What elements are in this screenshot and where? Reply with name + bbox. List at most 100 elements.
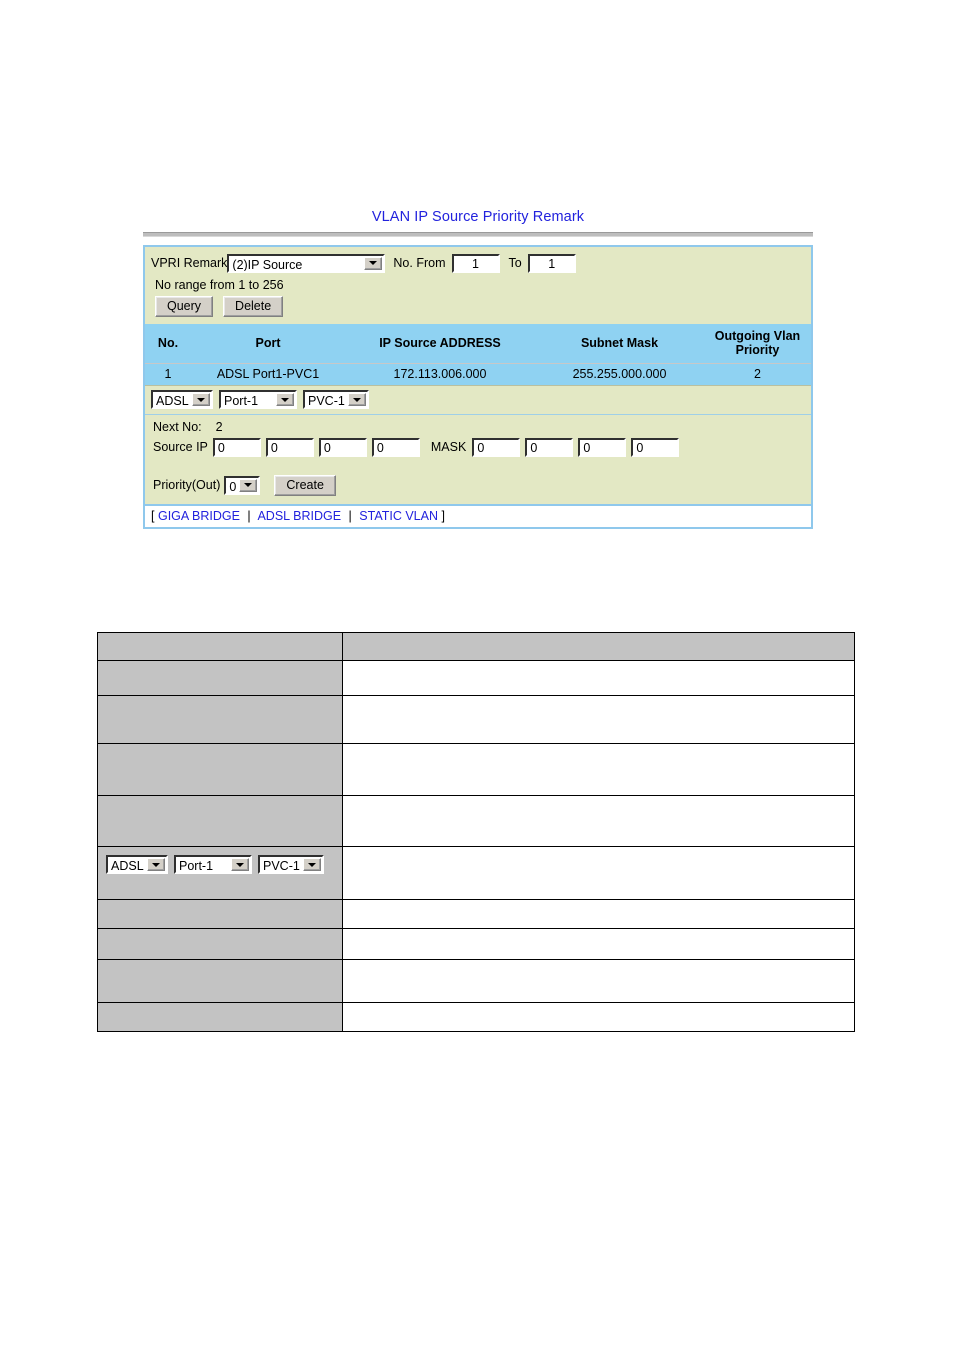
page-title: VLAN IP Source Priority Remark [371, 209, 585, 225]
description-value-text [343, 744, 854, 751]
link-giga-bridge[interactable]: GIGA BRIDGE [158, 509, 240, 523]
desc-port-pvc-select-value: PVC-1 [263, 859, 300, 872]
chevron-down-icon[interactable] [231, 858, 249, 871]
description-label-text [98, 960, 342, 967]
vlan-console-panel: VLAN IP Source Priority Remark VPRI Rema… [143, 205, 813, 529]
description-label-cell [97, 632, 343, 661]
description-value-text [343, 661, 854, 668]
next-no-row: Next No: 2 [145, 419, 811, 438]
chevron-down-icon[interactable] [348, 393, 366, 406]
description-label-cell [97, 660, 343, 696]
description-port-selector: ADSL Port-1 PVC-1 [98, 847, 342, 882]
column-header-ip: IP Source ADDRESS [345, 324, 535, 364]
source-ip-octet-2[interactable]: 0 [265, 437, 314, 457]
description-value-text [343, 847, 854, 854]
console-body: VPRI Remark (2)IP Source No. From 1 To 1… [143, 245, 813, 506]
chevron-down-icon[interactable] [239, 478, 258, 492]
mask-octet-3[interactable]: 0 [578, 437, 627, 457]
priority-out-select[interactable]: 0 [224, 475, 261, 495]
description-value-cell [342, 928, 855, 960]
vlan-rules-table: No. Port IP Source ADDRESS Subnet Mask O… [145, 324, 811, 385]
column-header-priority: Outgoing Vlan Priority [704, 324, 811, 364]
port-number-select[interactable]: Port-1 [219, 390, 297, 409]
desc-port-number-select[interactable]: Port-1 [174, 855, 252, 874]
table-row[interactable]: 1 ADSL Port1-PVC1 172.113.006.000 255.25… [145, 364, 811, 386]
desc-port-number-select-value: Port-1 [179, 859, 214, 872]
description-label-cell [97, 899, 343, 929]
description-label-text [98, 661, 342, 668]
no-from-input[interactable]: 1 [451, 253, 500, 273]
description-value-text [343, 696, 854, 703]
description-value-cell [342, 743, 855, 796]
desc-port-pvc-select[interactable]: PVC-1 [258, 855, 324, 874]
link-static-vlan[interactable]: STATIC VLAN [359, 509, 438, 523]
description-value-text [343, 796, 854, 803]
chevron-down-icon[interactable] [364, 256, 383, 270]
description-value-text [343, 633, 854, 640]
description-value-text [343, 960, 854, 967]
chevron-down-icon[interactable] [276, 393, 294, 406]
priority-out-value: 0 [229, 479, 237, 493]
mask-octet-1[interactable]: 0 [472, 437, 521, 457]
source-ip-octet-4[interactable]: 0 [371, 437, 420, 457]
port-pvc-select[interactable]: PVC-1 [303, 390, 369, 409]
vpri-remark-selected-value: (2)IP Source [232, 257, 303, 271]
description-value-text [343, 1003, 854, 1010]
description-table-row: ADSL Port-1 PVC-1 [97, 846, 855, 900]
vpri-remark-label: VPRI Remark [151, 255, 228, 270]
column-header-no: No. [145, 324, 191, 364]
description-table-row [97, 795, 855, 847]
description-value-cell [342, 959, 855, 1003]
description-label-text [98, 900, 342, 907]
description-value-cell [342, 632, 855, 661]
description-value-cell [342, 846, 855, 900]
range-note: No range from 1 to 256 [155, 278, 284, 292]
create-entry-section: Next No: 2 Source IP 0 0 0 0 MASK 0 0 0 … [145, 415, 811, 504]
link-separator-1: | [247, 508, 251, 523]
chevron-down-icon[interactable] [303, 858, 321, 871]
port-selector-row: ADSL Port-1 PVC-1 [145, 385, 811, 415]
description-label-cell [97, 928, 343, 960]
vpri-remark-row: VPRI Remark (2)IP Source No. From 1 To 1 [145, 252, 811, 274]
chevron-down-icon[interactable] [192, 393, 210, 406]
description-table-row [97, 632, 855, 661]
create-button[interactable]: Create [274, 474, 336, 496]
column-header-mask: Subnet Mask [535, 324, 704, 364]
description-value-cell [342, 695, 855, 744]
description-label-text [98, 744, 342, 751]
cell-port: ADSL Port1-PVC1 [216, 367, 320, 381]
delete-button[interactable]: Delete [223, 296, 284, 317]
port-type-value: ADSL [156, 394, 189, 407]
to-label: To [508, 255, 522, 270]
no-to-input[interactable]: 1 [527, 253, 576, 273]
description-label-text [98, 796, 342, 803]
description-label-cell: ADSL Port-1 PVC-1 [97, 846, 343, 900]
mask-octet-4[interactable]: 0 [631, 437, 680, 457]
source-ip-octet-1[interactable]: 0 [212, 437, 261, 457]
chevron-down-icon[interactable] [147, 858, 165, 871]
description-table-row [97, 899, 855, 929]
description-table: ADSL Port-1 PVC-1 [97, 632, 855, 1032]
cell-priority: 2 [754, 367, 761, 381]
priority-out-row: Priority(Out) 0 Create [145, 457, 811, 496]
description-table-row [97, 1002, 855, 1032]
cell-mask: 255.255.000.000 [572, 367, 667, 381]
port-type-select[interactable]: ADSL [151, 390, 213, 409]
description-label-cell [97, 795, 343, 847]
desc-port-type-select[interactable]: ADSL [106, 855, 168, 874]
filter-section: VPRI Remark (2)IP Source No. From 1 To 1… [145, 247, 811, 324]
link-separator-2: | [348, 508, 352, 523]
description-label-cell [97, 1002, 343, 1032]
query-button[interactable]: Query [155, 296, 214, 317]
mask-octet-2[interactable]: 0 [525, 437, 574, 457]
source-ip-octet-3[interactable]: 0 [318, 437, 367, 457]
description-label-cell [97, 743, 343, 796]
link-adsl-bridge[interactable]: ADSL BRIDGE [257, 509, 341, 523]
bracket-close: ] [441, 508, 445, 523]
description-table-row [97, 743, 855, 796]
vpri-remark-select[interactable]: (2)IP Source [227, 253, 386, 273]
bracket-open: [ [151, 508, 155, 523]
cell-ip: 172.113.006.000 [393, 367, 487, 381]
description-value-text [343, 900, 854, 907]
description-value-cell [342, 899, 855, 929]
